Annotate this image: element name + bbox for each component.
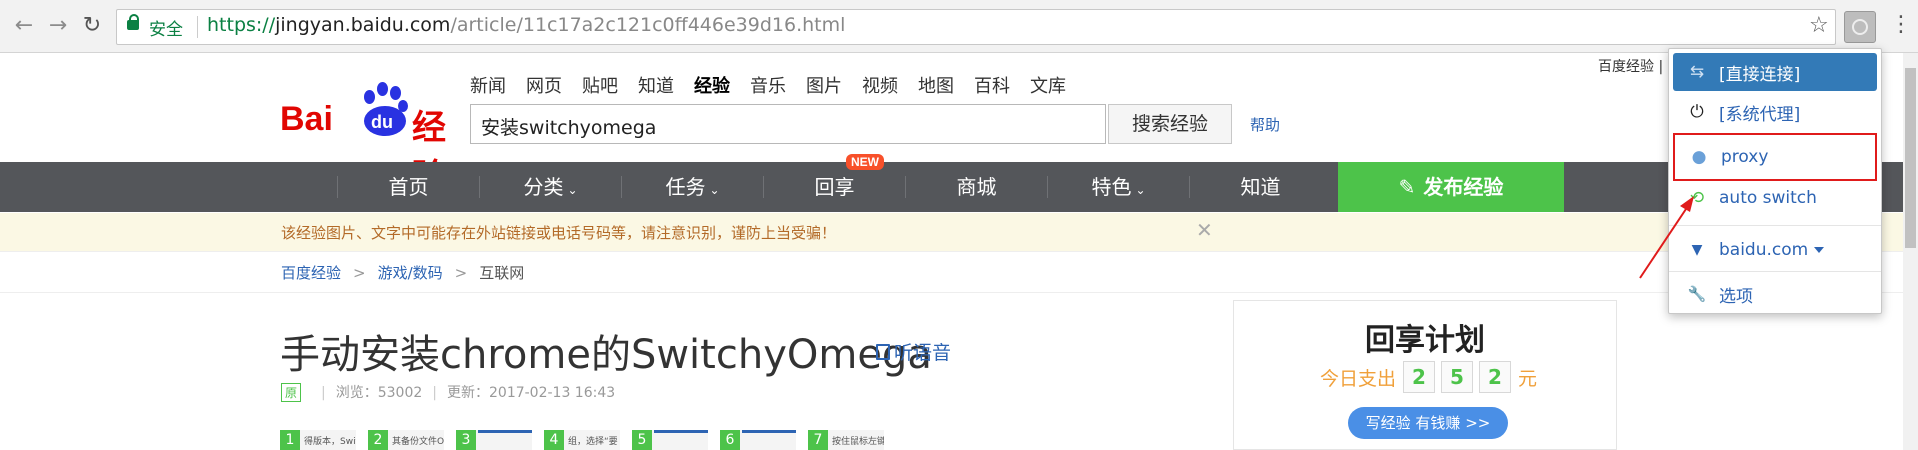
scrollbar-thumb[interactable] xyxy=(1905,68,1916,248)
top-nav-music[interactable]: 音乐 xyxy=(750,72,786,98)
breadcrumb-jingyan[interactable]: 百度经验 xyxy=(281,264,341,282)
step-thumb-3[interactable]: 3 xyxy=(456,430,532,450)
profile-proxy[interactable]: ● proxy xyxy=(1673,133,1877,181)
notice-text: 该经验图片、文字中可能存在外站链接或电话号码等，请注意识别，谨防上当受骗！ xyxy=(281,224,837,242)
payout-digit: 2 xyxy=(1403,361,1436,393)
publish-button[interactable]: ✎ 发布经验 xyxy=(1338,162,1564,212)
pen-icon: ✎ xyxy=(1398,175,1416,199)
condition-baidu[interactable]: ▼ baidu.com xyxy=(1673,231,1877,269)
url-text: https://jingyan.baidu.com/article/11c17a… xyxy=(207,14,846,36)
top-nav-jingyan[interactable]: 经验 xyxy=(694,72,730,98)
bookmark-star-icon[interactable]: ☆ xyxy=(1809,13,1829,38)
top-nav-images[interactable]: 图片 xyxy=(806,72,842,98)
chevron-right-icon: > xyxy=(353,264,366,282)
breadcrumb: 百度经验 > 游戏/数码 > 互联网 xyxy=(281,262,524,283)
address-bar[interactable]: 安全 https://jingyan.baidu.com/article/11c… xyxy=(116,9,1836,45)
popup-divider xyxy=(1669,271,1881,272)
top-nav-news[interactable]: 新闻 xyxy=(470,72,506,98)
top-nav-zhidao[interactable]: 知道 xyxy=(638,72,674,98)
original-badge: 原 xyxy=(281,383,302,402)
top-nav-baike[interactable]: 百科 xyxy=(974,72,1010,98)
payout-digit: 2 xyxy=(1479,361,1512,393)
lock-icon xyxy=(127,14,139,30)
nav-category[interactable]: 分类 ⌄ xyxy=(480,162,621,212)
speaker-icon xyxy=(876,344,890,360)
back-button[interactable]: ← xyxy=(10,12,38,40)
step-thumbnails: 1得版本，Switchy! 2其备份文件On 3 4组，选择“要 5 6 7按住… xyxy=(280,430,890,450)
address-separator xyxy=(197,16,198,38)
chevron-right-icon: > xyxy=(454,264,468,282)
breadcrumb-games-digital[interactable]: 游戏/数码 xyxy=(378,264,443,282)
update-time: 更新：2017-02-13 16:43 xyxy=(447,385,616,401)
secure-label: 安全 xyxy=(149,20,183,40)
view-count: 浏览：53002 xyxy=(335,385,423,401)
content-divider xyxy=(0,292,1918,293)
reload-icon: ↻ xyxy=(82,13,102,38)
listen-button[interactable]: 听语音 xyxy=(876,338,951,365)
nav-zhidao[interactable]: 知道 xyxy=(1190,162,1331,212)
profile-system[interactable]: ⏻ [系统代理] xyxy=(1673,93,1877,131)
switchyomega-popup: ⇆ [直接连接] ⏻ [系统代理] ● proxy ⟲ auto switch … xyxy=(1668,48,1882,314)
profile-auto-switch[interactable]: ⟲ auto switch xyxy=(1673,179,1877,217)
payout-digit: 5 xyxy=(1441,361,1474,393)
jingyan-home-link[interactable]: 百度经验 | xyxy=(1598,56,1663,76)
nav-featured[interactable]: 特色 ⌄ xyxy=(1048,162,1189,212)
reload-button[interactable]: ↻ xyxy=(78,12,106,40)
nav-task[interactable]: 任务 ⌄ xyxy=(622,162,763,212)
write-experience-button[interactable]: 写经验 有钱赚 >> xyxy=(1348,407,1508,439)
options-item[interactable]: 🔧 选项 xyxy=(1673,275,1877,313)
huixiang-ad: 回享计划 今日支出 2 5 2 元 写经验 有钱赚 >> xyxy=(1233,300,1617,450)
ad-title: 回享计划 xyxy=(1365,323,1485,358)
chevron-down-icon: ⌄ xyxy=(1135,183,1146,197)
forward-button[interactable]: → xyxy=(44,12,72,40)
globe-icon: ● xyxy=(1691,147,1707,167)
forward-icon: → xyxy=(48,13,68,38)
profile-direct[interactable]: ⇆ [直接连接] xyxy=(1673,53,1877,91)
back-icon: ← xyxy=(14,13,34,38)
search-button[interactable]: 搜索经验 xyxy=(1108,104,1232,144)
baidu-paw-icon: du xyxy=(358,82,410,138)
chevron-down-icon: ⌄ xyxy=(567,183,578,197)
step-thumb-6[interactable]: 6 xyxy=(720,430,796,450)
nav-mall[interactable]: 商城 xyxy=(906,162,1047,212)
article-meta: 原 | 浏览：53002 | 更新：2017-02-13 16:43 xyxy=(281,382,615,402)
caret-down-icon xyxy=(1814,247,1825,253)
top-nav-tieba[interactable]: 贴吧 xyxy=(582,72,618,98)
browser-menu-icon[interactable]: ⋮ xyxy=(1890,12,1912,37)
top-nav-web[interactable]: 网页 xyxy=(526,72,562,98)
search-input[interactable]: 安装switchyomega xyxy=(470,104,1106,144)
step-thumb-1[interactable]: 1得版本，Switchy! xyxy=(280,430,356,450)
power-icon: ⏻ xyxy=(1690,102,1704,122)
breadcrumb-internet[interactable]: 互联网 xyxy=(479,264,524,282)
wrench-icon: 🔧 xyxy=(1687,285,1707,303)
article-title: 手动安装chrome的SwitchyOmega xyxy=(280,332,932,378)
logo-bai-text: Bai xyxy=(280,100,333,138)
step-thumb-2[interactable]: 2其备份文件On xyxy=(368,430,444,450)
close-icon[interactable]: ✕ xyxy=(1196,218,1213,242)
help-link[interactable]: 帮助 xyxy=(1250,114,1280,135)
new-badge: NEW xyxy=(846,154,884,170)
filter-icon: ▼ xyxy=(1691,242,1703,258)
step-thumb-7[interactable]: 7 按住鼠标左键 xyxy=(808,430,884,450)
chevron-down-icon: ⌄ xyxy=(709,183,720,197)
direct-connect-icon: ⇆ xyxy=(1689,62,1705,82)
top-nav-video[interactable]: 视频 xyxy=(862,72,898,98)
ad-payout: 今日支出 2 5 2 元 xyxy=(1320,361,1537,393)
switchyomega-extension-icon[interactable] xyxy=(1844,11,1876,43)
nav-home[interactable]: 首页 xyxy=(338,162,479,212)
step-thumb-4[interactable]: 4 组，选择“要 xyxy=(544,430,620,450)
top-nav-wenku[interactable]: 文库 xyxy=(1030,72,1066,98)
baidu-jingyan-logo[interactable]: Bai du 经验 xyxy=(280,80,460,197)
notice-bar: 该经验图片、文字中可能存在外站链接或电话号码等，请注意识别，谨防上当受骗！ ✕ xyxy=(0,213,1918,252)
auto-switch-icon: ⟲ xyxy=(1689,188,1705,208)
top-nav-map[interactable]: 地图 xyxy=(918,72,954,98)
step-thumb-5[interactable]: 5 xyxy=(632,430,708,450)
top-nav: 新闻 网页 贴吧 知道 经验 音乐 图片 视频 地图 百科 文库 xyxy=(470,72,1066,98)
popup-divider xyxy=(1669,225,1881,226)
nav-huixiang[interactable]: 回享 xyxy=(764,162,905,212)
